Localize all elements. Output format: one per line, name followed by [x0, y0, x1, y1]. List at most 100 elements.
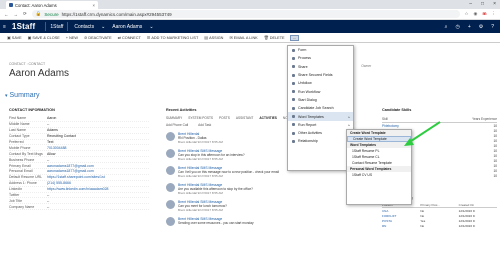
history-icon[interactable]: ◷	[455, 24, 459, 30]
field-value[interactable]: https://1staff.sharepoint.com/sites/1st	[47, 175, 149, 179]
field-value[interactable]: aaronadams1877@gmail.com	[47, 164, 149, 168]
activity-avatar-icon	[166, 183, 175, 192]
menu-item-process[interactable]: Process	[288, 54, 353, 62]
settings-icon[interactable]: ⚙	[479, 24, 483, 30]
position-row[interactable]: FORKLIFT No 12/1/2016 9:	[382, 213, 497, 218]
tab-system-posts[interactable]: SYSTEM POSTS	[188, 116, 213, 120]
back-icon[interactable]: ←	[4, 12, 9, 17]
position-name[interactable]: FORKLIFT	[382, 214, 420, 218]
record-type-label[interactable]: CONTACT : CONTACT	[9, 62, 45, 66]
save-close-button[interactable]: ▣ SAVE & CLOSE	[25, 35, 63, 40]
field-label: Company Name	[9, 204, 35, 209]
field-value[interactable]: Text	[47, 140, 149, 144]
menu-item-label: Run Workflow	[298, 89, 321, 94]
position-name[interactable]: POSTA	[382, 219, 420, 223]
add-to-marketing-list-button[interactable]: ☰ ADD TO MARKETING LIST	[144, 35, 202, 40]
field-value[interactable]: (214) 555-8666	[47, 181, 149, 185]
field-value[interactable]: --	[47, 122, 149, 126]
summary-section-toggle[interactable]: ▾ Summary	[5, 92, 39, 99]
menu-item-share-secured-fields[interactable]: Share Secured Fields	[288, 71, 353, 79]
years-column-header[interactable]: Years Experience	[472, 117, 497, 121]
activity-avatar-icon	[166, 217, 175, 226]
field-value[interactable]: --	[47, 193, 149, 197]
forward-icon[interactable]: →	[14, 12, 19, 17]
menu-item-relationship[interactable]: Relationship▸	[288, 137, 353, 145]
close-window-icon[interactable]: ×	[493, 1, 496, 7]
assign-button[interactable]: ▤ ASSIGN	[201, 35, 226, 40]
email-link-button[interactable]: ✉ EMAIL A LINK	[226, 35, 260, 40]
skill-name[interactable]: Phlebotomy	[382, 124, 399, 128]
menu-item-share[interactable]: Share	[288, 63, 353, 71]
menu-item-unfollow[interactable]: Unfollow	[288, 79, 353, 87]
breadcrumb-record[interactable]: Aaron Adams	[110, 24, 144, 30]
position-name[interactable]: RN	[382, 224, 420, 228]
menu-item-word-templates[interactable]: Word Templates ▸	[288, 112, 353, 121]
tab-posts[interactable]: POSTS	[219, 116, 230, 120]
field-label: Contact Type	[9, 134, 30, 139]
menu-item-other-activities[interactable]: Other Activities▸	[288, 129, 353, 137]
position-name[interactable]: CNA	[382, 209, 420, 213]
menu-icon[interactable]: ⋮	[492, 11, 497, 17]
personal-template-item[interactable]: 1Staff CV US	[347, 172, 411, 178]
reload-icon[interactable]: ⟳	[23, 11, 27, 17]
more-commands-button[interactable]: ...	[289, 34, 299, 41]
field-value[interactable]: --	[47, 199, 149, 203]
menu-item-run-workflow[interactable]: Run Workflow	[288, 87, 353, 95]
field-value[interactable]: --	[47, 158, 149, 162]
field-value[interactable]: aaronadams1877@gmail.com	[47, 169, 149, 173]
field-value[interactable]: Aaron	[47, 116, 149, 120]
field-value[interactable]: Allow	[47, 152, 149, 156]
menu-item-label: Share Secured Fields	[298, 73, 333, 78]
activity-item[interactable]: Brent Hillerdal SMS Message Sending over …	[166, 217, 323, 226]
url-text[interactable]: https://1staff.crm.dynamics.com/main.asp…	[62, 12, 172, 17]
search-icon[interactable]: ⌕	[445, 24, 448, 30]
maximize-icon[interactable]: □	[481, 1, 484, 7]
add-task-button[interactable]: Add Task	[198, 123, 211, 127]
menu-item-start-dialog[interactable]: Start Dialog	[288, 96, 353, 104]
position-row[interactable]: CNA No 12/1/2016 9:	[382, 208, 497, 213]
chevron-down-icon[interactable]: ⌄	[147, 24, 155, 30]
field-value[interactable]: https://www.linkedin.com/in/aaadam028	[47, 187, 149, 191]
skill-column-header[interactable]: Skill	[382, 117, 388, 121]
brand-logo[interactable]: 1Staff	[9, 22, 41, 31]
menu-item-run-report[interactable]: Run Report ▸	[288, 121, 353, 129]
connect-button[interactable]: ⇄ CONNECT	[115, 35, 144, 40]
activity-item[interactable]: Brent Hillerdal SMS Message Are you avail…	[166, 183, 323, 195]
field-value[interactable]: Adams	[47, 128, 149, 132]
help-icon[interactable]: ?	[491, 24, 494, 30]
add-phone-call-button[interactable]: Add Phone Call	[166, 123, 188, 127]
area-label[interactable]: 1Staff	[50, 24, 63, 30]
address-bar[interactable]: 🔒 Secure https://1staff.crm.dynamics.com…	[31, 10, 460, 18]
field-value[interactable]: Recruiting Contact	[47, 134, 149, 138]
skill-years: 10	[493, 148, 497, 153]
add-icon[interactable]: +	[468, 24, 471, 30]
breadcrumb: Contacts ⌄ Aaron Adams ⌄	[72, 24, 155, 30]
delete-button[interactable]: 🗑 DELETE	[261, 35, 288, 40]
activity-item[interactable]: Brent Hillerdal SMS Message Can you meet …	[166, 200, 323, 212]
connect-icon: ⇄	[117, 35, 121, 40]
extension-icon[interactable]: ◉	[474, 11, 478, 17]
hamburger-icon[interactable]: ≡	[0, 24, 9, 30]
gmail-icon[interactable]: m	[482, 11, 486, 17]
tab-activities[interactable]: ACTIVITIES	[259, 116, 277, 120]
field-value[interactable]: 7013004488	[47, 146, 149, 150]
tab-summary[interactable]: SUMMARY	[166, 116, 182, 120]
menu-item-candidate-job-search[interactable]: Candidate Job Search	[288, 104, 353, 112]
deactivate-button[interactable]: ⊘ DEACTIVATE	[81, 35, 115, 40]
new-button[interactable]: + NEW	[63, 35, 81, 40]
tab-assistant[interactable]: ASSISTANT	[236, 116, 253, 120]
tab-title: Contact: Aaron Adams	[15, 2, 57, 8]
field-value[interactable]: --	[47, 205, 149, 209]
browser-tab[interactable]: Contact: Aaron Adams ×	[6, 1, 98, 9]
position-row[interactable]: POSTA Yes 12/1/2016 9:	[382, 218, 497, 223]
minimize-icon[interactable]: –	[469, 1, 472, 7]
breadcrumb-contacts[interactable]: Contacts	[72, 24, 96, 30]
close-tab-icon[interactable]: ×	[93, 3, 95, 8]
chevron-down-icon[interactable]: ⌄	[99, 24, 107, 30]
secure-label: Secure	[44, 11, 59, 17]
star-icon[interactable]: ☆	[465, 11, 469, 17]
position-row[interactable]: RN No 12/1/2016 9:	[382, 223, 497, 228]
menu-item-form[interactable]: Form	[288, 46, 353, 54]
field-label: First Name	[9, 116, 27, 121]
save-button[interactable]: ▣ SAVE	[4, 35, 25, 40]
